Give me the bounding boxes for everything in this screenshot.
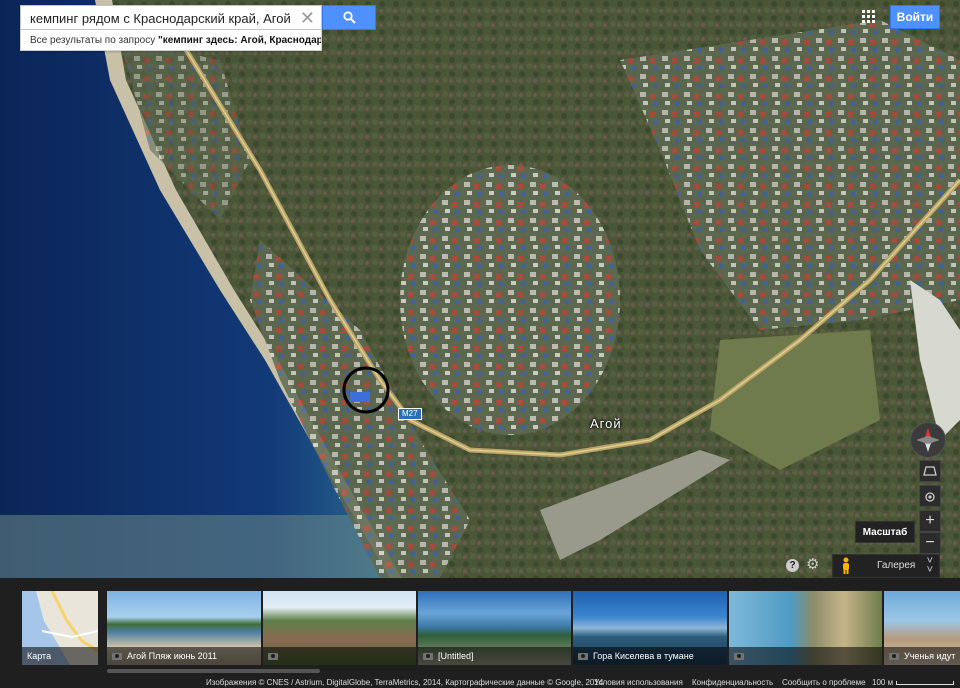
- map-thumbnail-label: Карта: [22, 647, 98, 665]
- photo-caption: Гора Киселева в тумане: [573, 647, 727, 665]
- gallery-label: Галерея: [877, 560, 916, 571]
- photo-thumbnail[interactable]: Агой Пляж июнь 2011: [107, 591, 261, 665]
- photo-caption: [263, 647, 416, 665]
- footer: Изображения © CNES / Astrium, DigitalGlo…: [0, 677, 960, 688]
- report-link[interactable]: Сообщить о проблеме: [782, 678, 866, 687]
- scale-bar: [896, 681, 954, 685]
- privacy-link[interactable]: Конфиденциальность: [692, 678, 773, 687]
- scale-label: 100 м: [872, 678, 894, 687]
- close-icon[interactable]: ✕: [300, 8, 315, 28]
- map-thumbnail[interactable]: Карта: [22, 591, 98, 665]
- photo-thumbnail[interactable]: [729, 591, 882, 665]
- place-label: Агой: [590, 416, 622, 431]
- apps-grid-icon[interactable]: [862, 10, 876, 24]
- suggestion-prefix: Все результаты по запросу: [30, 35, 159, 46]
- photo-caption: Ученья идут: [884, 647, 960, 665]
- map-canvas[interactable]: [0, 0, 960, 578]
- pegman-icon[interactable]: [841, 557, 851, 575]
- tilt-icon[interactable]: [919, 460, 941, 482]
- search-button[interactable]: [322, 5, 376, 30]
- help-icon[interactable]: ?: [786, 559, 799, 572]
- photo-thumbnail[interactable]: [Untitled]: [418, 591, 571, 665]
- my-location-icon[interactable]: [919, 485, 941, 507]
- photo-caption: [Untitled]: [418, 647, 571, 665]
- search-box[interactable]: кемпинг рядом с Краснодарский край, Агой…: [20, 5, 322, 30]
- highway-shield: M27: [398, 408, 422, 420]
- scale-tooltip: Масштаб: [855, 521, 915, 543]
- photo-filmstrip: Карта Агой Пляж июнь 2011 [Untitled] Гор…: [0, 578, 960, 688]
- satellite-imagery: [0, 0, 960, 578]
- photo-thumbnail[interactable]: Ученья идут: [884, 591, 960, 665]
- gallery-toggle[interactable]: Галерея ˅ ˅: [832, 554, 940, 578]
- filmstrip-scrollbar[interactable]: [107, 669, 320, 673]
- photo-thumbnail[interactable]: Гора Киселева в тумане: [573, 591, 727, 665]
- compass-icon[interactable]: [910, 422, 946, 458]
- zoom-out-button[interactable]: −: [919, 532, 941, 554]
- gear-icon[interactable]: ⚙: [806, 557, 819, 573]
- login-button[interactable]: Войти: [890, 5, 940, 29]
- search-input[interactable]: кемпинг рядом с Краснодарский край, Агой: [30, 11, 291, 26]
- search-icon: [343, 11, 356, 24]
- zoom-in-button[interactable]: +: [919, 510, 941, 532]
- expand-chevron-icon: ˅ ˅: [926, 555, 933, 576]
- attribution: Изображения © CNES / Astrium, DigitalGlo…: [206, 678, 604, 687]
- photo-caption: [729, 647, 882, 665]
- search-suggestion[interactable]: Все результаты по запросу "кемпинг здесь…: [20, 30, 322, 51]
- terms-link[interactable]: Условия использования: [594, 678, 683, 687]
- photo-thumbnail[interactable]: [263, 591, 416, 665]
- suggestion-query: "кемпинг здесь: Агой, Краснодарск...: [158, 35, 321, 46]
- photo-caption: Агой Пляж июнь 2011: [107, 647, 261, 665]
